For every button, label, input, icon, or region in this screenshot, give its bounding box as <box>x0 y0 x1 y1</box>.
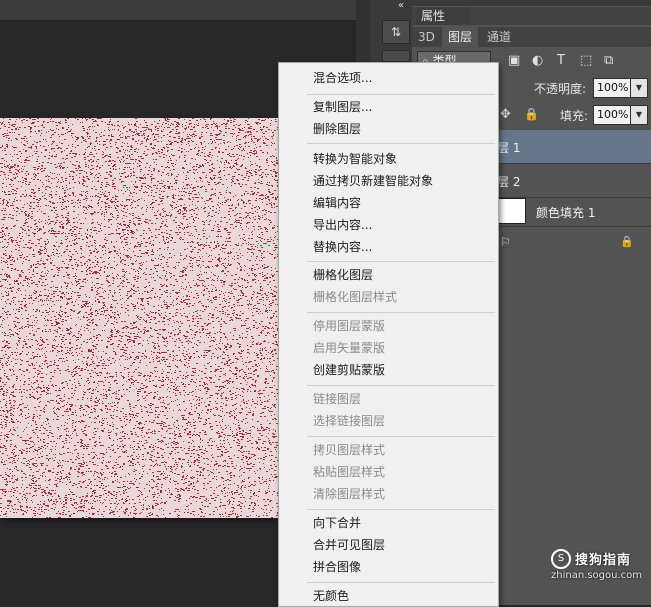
noise-texture <box>0 118 278 518</box>
smart-object-filter-icon[interactable]: ⧉ <box>604 53 613 68</box>
panel-tabs: 3D 图层 通道 <box>412 27 651 47</box>
menu-item-copy-layer-style: 拷贝图层样式 <box>313 443 386 457</box>
menu-item-select-linked-layers: 选择链接图层 <box>313 414 386 428</box>
menu-separator <box>307 143 495 144</box>
layer-context-menu: 混合选项... 复制图层... 删除图层 转换为智能对象 通过拷贝新建智能对象 … <box>278 62 499 607</box>
opacity-label: 不透明度: <box>534 82 587 96</box>
lock-all-icon[interactable]: 🔒 <box>524 107 539 121</box>
layer-thumbnail <box>498 198 526 224</box>
tab-properties[interactable]: 属性 <box>416 7 471 25</box>
layer-name: 层 1 <box>497 141 521 155</box>
type-filter-icon[interactable]: T <box>557 53 565 68</box>
menu-item-disable-layer-mask: 停用图层蒙版 <box>313 319 386 333</box>
menu-separator <box>307 312 495 313</box>
adjustment-filter-icon[interactable]: ◐ <box>532 53 543 68</box>
menu-item-new-smart-object-via-copy[interactable]: 通过拷贝新建智能对象 <box>313 171 433 191</box>
menu-separator <box>307 582 495 583</box>
history-icon[interactable]: ⇅ <box>382 20 410 44</box>
menu-item-replace-contents[interactable]: 替换内容... <box>313 237 372 257</box>
opacity-dropdown[interactable]: ▼ <box>630 78 648 98</box>
move-lock-icon[interactable]: ✥ <box>500 107 511 122</box>
menu-separator <box>307 436 495 437</box>
menu-item-rasterize-layer[interactable]: 栅格化图层 <box>313 265 373 285</box>
panel-header <box>412 0 651 6</box>
menu-item-delete-layer[interactable]: 删除图层 <box>313 119 361 139</box>
lock-icon: 🔒 <box>620 235 634 248</box>
tab-3d[interactable]: 3D <box>412 27 441 47</box>
fill-dropdown[interactable]: ▼ <box>630 105 648 125</box>
sogou-logo-icon: S <box>551 549 571 569</box>
collapse-arrows-icon[interactable]: « <box>398 0 404 11</box>
document-tab-bar <box>0 0 356 21</box>
menu-item-create-clipping-mask[interactable]: 创建剪贴蒙版 <box>313 360 385 380</box>
watermark-title: 搜狗指南 <box>575 553 632 568</box>
menu-item-export-contents[interactable]: 导出内容... <box>313 215 372 235</box>
effects-icon: ⚐ <box>500 235 511 249</box>
layer-name: 颜色填充 1 <box>536 206 596 220</box>
tab-layers[interactable]: 图层 <box>442 27 479 47</box>
menu-item-edit-contents[interactable]: 编辑内容 <box>313 193 361 213</box>
menu-item-merge-visible[interactable]: 合并可见图层 <box>313 535 385 555</box>
menu-item-blending-options[interactable]: 混合选项... <box>313 68 372 88</box>
menu-item-enable-vector-mask: 启用矢量蒙版 <box>313 341 386 355</box>
menu-separator <box>307 509 495 510</box>
menu-item-link-layers: 链接图层 <box>313 392 362 406</box>
menu-separator <box>307 385 495 386</box>
panel-icon-button[interactable] <box>382 50 410 62</box>
noise-image-layer[interactable] <box>0 118 278 518</box>
menu-separator <box>307 261 495 262</box>
menu-item-rasterize-layer-style: 栅格化图层样式 <box>313 290 398 304</box>
menu-item-no-color[interactable]: 无颜色 <box>313 586 349 606</box>
menu-separator <box>307 94 495 95</box>
sogou-watermark: S 搜狗指南 zhinan.sogou.com <box>551 549 647 583</box>
layer-name: 层 2 <box>497 175 521 189</box>
menu-item-clear-layer-style: 清除图层样式 <box>313 487 386 501</box>
tab-channels[interactable]: 通道 <box>481 27 517 47</box>
menu-item-paste-layer-style: 粘贴图层样式 <box>313 465 386 479</box>
shape-filter-icon[interactable]: ⬚ <box>580 53 592 68</box>
menu-item-duplicate-layer[interactable]: 复制图层... <box>313 97 372 117</box>
image-filter-icon[interactable]: ▣ <box>508 53 520 68</box>
menu-item-merge-down[interactable]: 向下合并 <box>313 513 361 533</box>
menu-item-flatten-image[interactable]: 拼合图像 <box>313 557 361 577</box>
menu-item-convert-smart-object[interactable]: 转换为智能对象 <box>313 149 397 169</box>
fill-label: 填充: <box>560 109 589 123</box>
watermark-url: zhinan.sogou.com <box>551 570 643 581</box>
